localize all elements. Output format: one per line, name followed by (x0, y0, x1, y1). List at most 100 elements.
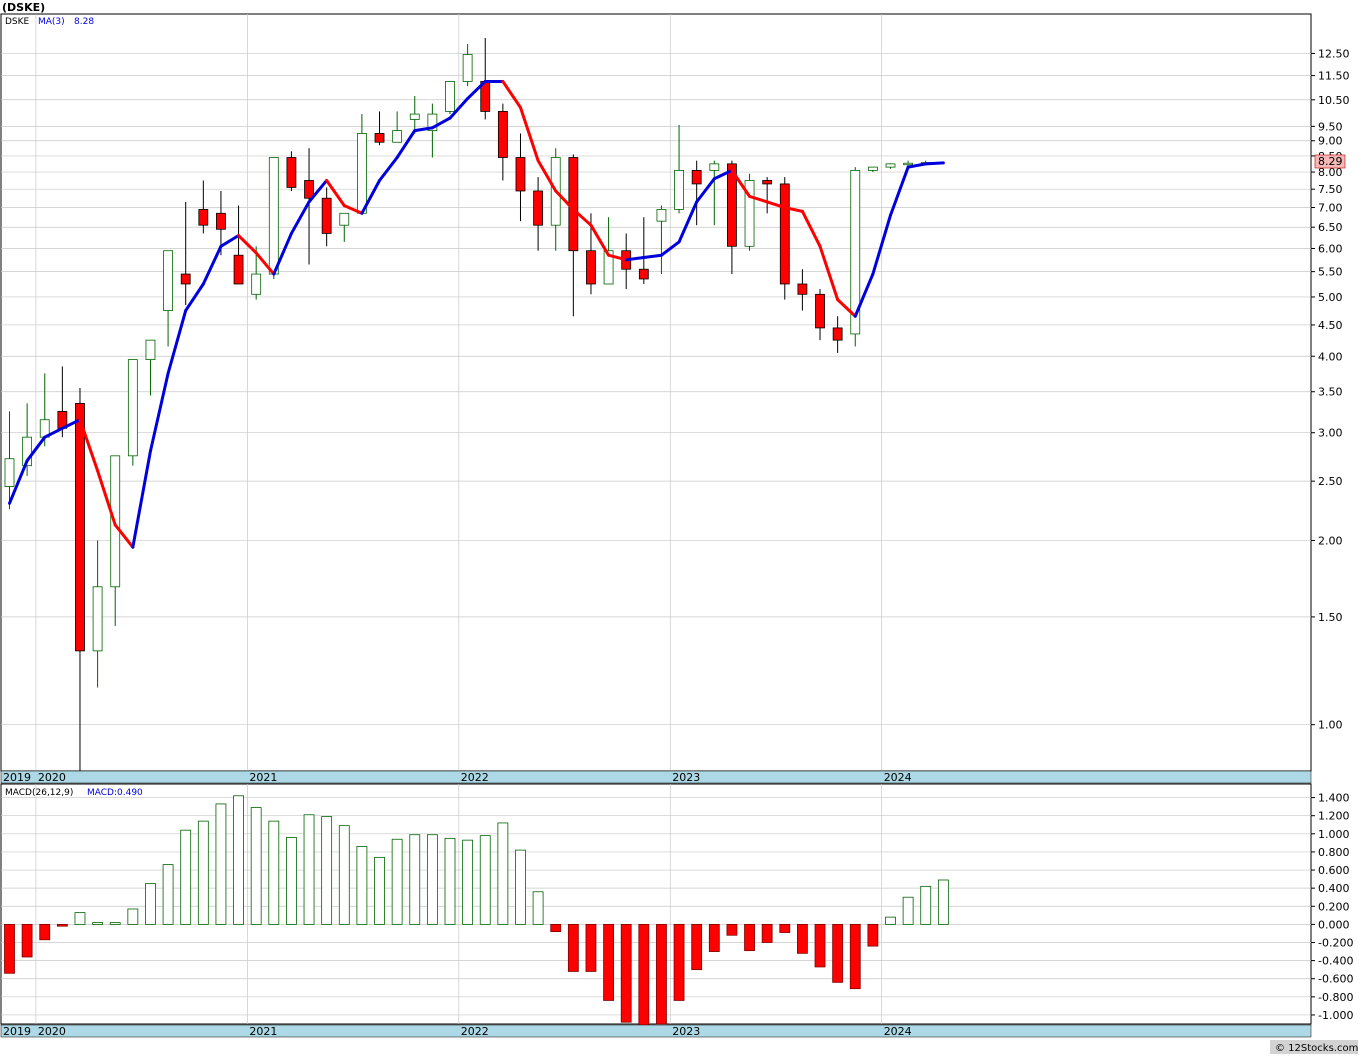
candle-body (356, 133, 367, 214)
candle-body (92, 586, 103, 652)
macd-tick-label: 0.400 (1318, 882, 1350, 895)
last-price-label: 8.29 (1318, 155, 1343, 168)
macd-bar-2023-07 (779, 923, 791, 933)
price-tick-label: 5.50 (1318, 266, 1343, 279)
candle-body (198, 209, 209, 226)
macd-tick-label: -0.800 (1318, 991, 1353, 1004)
candle-body (867, 166, 878, 171)
macd-bar-2020-02 (56, 923, 68, 927)
macd-bar-2021-01 (250, 807, 262, 925)
macd-tick-label: 0.600 (1318, 864, 1350, 877)
macd-bar-2021-06 (338, 825, 350, 925)
candle-body (762, 180, 773, 185)
candle-body (903, 162, 914, 166)
macd-bar-undefined (937, 879, 949, 925)
macd-bar-2020-08 (162, 864, 174, 925)
price-legend-ma-value: 8.28 (74, 17, 94, 27)
macd-bar-2020-03 (74, 912, 86, 925)
macd-bar-2023-02 (691, 923, 703, 971)
macd-bar-2021-10 (409, 834, 421, 925)
macd-tick-label: -0.600 (1318, 973, 1353, 986)
candle-body (709, 163, 720, 171)
macd-bar-2021-02 (268, 820, 280, 925)
year-label-2020: 2020 (38, 771, 66, 784)
macd-bar-2021-12 (444, 837, 456, 925)
macd-bar-2020-12 (233, 795, 244, 925)
macd-tick-label: 0.000 (1318, 918, 1350, 931)
candle-body (304, 180, 314, 199)
macd-bar-2023-01 (673, 923, 685, 1001)
macd-bar-2020-01 (39, 923, 51, 941)
candle-body (233, 254, 244, 285)
macd-panel: 1.400 1.200 1.000 0.800 0.600 0.400 0.200 0.000… (0, 783, 1353, 1027)
price-tick-label: 12.50 (1318, 47, 1350, 60)
price-tick-label: 1.50 (1318, 611, 1343, 624)
year-label-2019: 2019 (3, 1025, 31, 1038)
year-label-2019: 2019 (3, 771, 31, 784)
candle-body (691, 169, 702, 185)
macd-bar-2022-07 (567, 923, 579, 972)
macd-plot-frame (0, 783, 1312, 1025)
year-label-2020: 2020 (38, 1025, 66, 1038)
candle-body (145, 339, 156, 360)
candle-body (127, 359, 138, 457)
candle-body (656, 209, 667, 222)
candle-body (392, 130, 403, 143)
macd-bar-2023-04 (726, 923, 738, 936)
price-tick-label: 4.50 (1318, 319, 1343, 332)
price-tick-label: 11.50 (1318, 70, 1350, 83)
price-tick-label: 2.00 (1318, 534, 1343, 547)
candle-body (445, 81, 455, 112)
candle-2020-06 (127, 359, 138, 466)
macd-bar-2020-07 (145, 883, 156, 925)
candle-body (75, 402, 85, 652)
macd-bar-2020-09 (180, 829, 192, 925)
candle-2021-03 (286, 151, 297, 191)
candle-body (779, 183, 790, 285)
macd-bar-2022-01 (462, 839, 474, 925)
year-label-2021: 2021 (249, 1025, 277, 1038)
candle-body (163, 250, 173, 311)
macd-bar-2020-04 (92, 922, 103, 925)
candle-body (674, 169, 684, 210)
macd-bar-2023-06 (761, 923, 773, 943)
macd-bar-2022-06 (550, 923, 562, 933)
macd-tick-label: 0.800 (1318, 846, 1350, 859)
candle-body (533, 190, 543, 226)
macd-bar-2023-12 (867, 923, 879, 947)
candle-body (885, 163, 896, 168)
year-label-2023: 2023 (672, 771, 700, 784)
price-legend-symbol: DSKE (5, 17, 30, 27)
candle-body (286, 157, 297, 188)
macd-bar-2024-01 (885, 916, 896, 925)
macd-bar-2023-08 (797, 923, 808, 954)
macd-legend-value: MACD:0.490 (87, 788, 143, 798)
candle-body (462, 54, 473, 82)
candle-2021-12 (445, 81, 455, 115)
macd-bar-2022-02 (479, 835, 491, 925)
candle-body (321, 197, 332, 234)
stock-chart: (DSKE) 12.5011.5010.509.509.008.508.007.… (0, 0, 1360, 1056)
macd-bar-2020-05 (109, 922, 121, 925)
price-plot-frame (0, 13, 1312, 772)
macd-bar-2022-08 (585, 923, 597, 972)
macd-bar-2021-08 (374, 856, 385, 925)
candle-body (586, 250, 596, 285)
macd-bar-2023-09 (814, 923, 826, 968)
macd-legend-label: MACD(26,12,9) (5, 788, 73, 798)
candle-body (638, 268, 649, 280)
macd-tick-label: 1.200 (1318, 810, 1350, 823)
candle-body (339, 212, 350, 226)
macd-bar-2023-10 (832, 923, 844, 983)
macd-bar-2021-07 (356, 846, 368, 925)
candle-body (268, 157, 279, 275)
price-tick-label: 6.50 (1318, 221, 1343, 234)
price-tick-label: 7.00 (1318, 202, 1343, 215)
price-panel: 12.5011.5010.509.509.008.508.007.507.006… (0, 13, 1350, 772)
candle-body (4, 458, 15, 487)
candle-body (409, 113, 420, 120)
macd-bar-2020-06 (127, 908, 139, 925)
price-tick-label: 1.00 (1318, 719, 1343, 732)
candle-body (251, 273, 262, 295)
macd-bar-2024-03 (920, 885, 932, 925)
